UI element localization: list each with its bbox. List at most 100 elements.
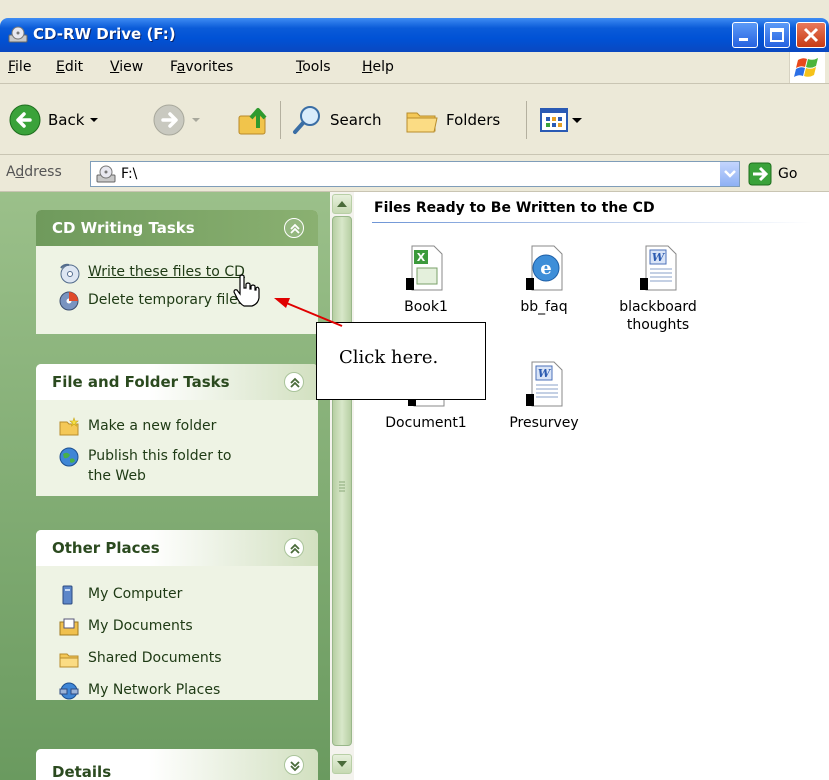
svg-text:X: X (417, 251, 426, 264)
word-file-icon: W (526, 361, 563, 407)
word-file-icon: W (640, 245, 677, 291)
menu-file-hotkey: F (8, 59, 16, 75)
menu-help[interactable]: Help (362, 59, 394, 75)
folders-label: Folders (446, 111, 501, 129)
go-button[interactable]: Go (748, 161, 797, 187)
menu-bar: File Edit View Favorites Tools Help (0, 52, 829, 84)
other-places-header[interactable]: Other Places (36, 530, 318, 566)
collapse-button[interactable] (284, 218, 304, 238)
maximize-button[interactable] (764, 22, 790, 48)
toolbar-separator (526, 101, 527, 139)
minimize-button[interactable] (732, 22, 758, 48)
chevron-up-icon (290, 377, 300, 388)
hand-cursor-icon (233, 274, 260, 307)
address-bar: Address F:\ Go (0, 156, 829, 192)
collapse-button[interactable] (284, 372, 304, 392)
search-button[interactable]: Search (290, 103, 382, 137)
make-new-folder-task[interactable]: Make a new folder (58, 416, 216, 438)
address-value: F:\ (121, 166, 138, 182)
annotation-text: Click here. (339, 347, 439, 368)
scroll-down-icon (337, 761, 347, 767)
menu-tools[interactable]: Tools (296, 59, 331, 75)
menu-view[interactable]: View (110, 59, 143, 75)
panel-title: File and Folder Tasks (52, 373, 230, 391)
panel-title: CD Writing Tasks (52, 219, 195, 237)
file-item-bb-faq[interactable]: e bb_faq (496, 242, 592, 316)
maximize-icon (770, 28, 784, 42)
task-pane: CD Writing Tasks Write these files to CD… (0, 192, 330, 780)
chevron-down-icon[interactable] (186, 110, 206, 130)
shared-documents-icon (59, 653, 79, 668)
chevron-down-icon[interactable] (84, 110, 104, 130)
cd-drive-icon (96, 165, 116, 183)
menu-view-hotkey: V (110, 59, 120, 75)
menu-file-label: ile (15, 59, 32, 75)
views-button[interactable] (538, 103, 584, 137)
address-label-rest: dress (24, 164, 62, 180)
file-item-blackboard-thoughts[interactable]: W blackboard thoughts (610, 242, 706, 334)
address-dropdown-button[interactable] (719, 162, 739, 186)
task-label: Publish this folder to the Web (88, 448, 232, 484)
menu-favorites-pre: F (170, 59, 177, 75)
chevron-down-icon (572, 118, 582, 123)
place-label: Shared Documents (88, 650, 222, 666)
folders-button[interactable]: Folders (404, 103, 500, 137)
write-files-to-cd-task[interactable]: Write these files to CD (58, 262, 245, 284)
menu-favorites[interactable]: Favorites (170, 59, 233, 75)
toolbar-separator (280, 101, 281, 139)
folders-icon (406, 112, 438, 133)
chevron-down-icon (290, 761, 300, 772)
menu-edit-hotkey: E (56, 59, 65, 75)
my-documents-link[interactable]: My Documents (58, 616, 193, 638)
panel-title: Details (52, 763, 112, 780)
shared-documents-link[interactable]: Shared Documents (58, 648, 222, 670)
task-label: Make a new folder (88, 418, 217, 434)
place-label: My Network Places (88, 682, 221, 698)
details-panel: Details (36, 749, 318, 780)
task-label: Write these files to CD (88, 264, 245, 280)
file-folder-tasks-header[interactable]: File and Folder Tasks (36, 364, 318, 400)
file-item-presurvey[interactable]: W Presurvey (496, 358, 592, 432)
chevron-up-icon (290, 543, 300, 554)
go-arrow-icon (748, 162, 772, 186)
scroll-up-button[interactable] (332, 194, 352, 214)
menu-edit[interactable]: Edit (56, 59, 83, 75)
other-places-panel: Other Places My Computer My Documents Sh… (36, 530, 318, 700)
my-network-places-link[interactable]: My Network Places (58, 680, 220, 702)
file-item-book1[interactable]: X Book1 (378, 242, 474, 316)
search-icon (293, 106, 320, 134)
up-folder-icon (238, 108, 267, 135)
back-label: Back (48, 111, 85, 129)
publish-folder-web-task[interactable]: Publish this folder to the Web (58, 446, 248, 486)
collapse-button[interactable] (284, 538, 304, 558)
address-input[interactable]: F:\ (90, 161, 740, 187)
back-arrow-icon (9, 104, 41, 136)
window-title: CD-RW Drive (F:) (33, 25, 176, 43)
details-header[interactable]: Details (36, 749, 318, 780)
my-computer-link[interactable]: My Computer (58, 584, 182, 606)
annotation-callout: Click here. (316, 322, 486, 400)
group-header: Files Ready to Be Written to the CD (374, 200, 655, 216)
search-label: Search (330, 111, 382, 129)
back-button[interactable]: Back (8, 103, 104, 137)
title-bar[interactable]: CD-RW Drive (F:) (0, 18, 829, 52)
forward-button[interactable] (152, 103, 206, 137)
menu-help-hotkey: H (362, 59, 373, 75)
network-places-icon (59, 682, 79, 700)
task-pane-scrollbar[interactable] (330, 192, 354, 780)
cd-writing-tasks-panel: CD Writing Tasks Write these files to CD… (36, 210, 318, 334)
svg-text:e: e (540, 258, 551, 279)
scroll-up-icon (337, 201, 347, 207)
delete-temporary-files-task[interactable]: Delete temporary files (58, 290, 245, 312)
expand-button[interactable] (284, 755, 304, 775)
excel-file-icon: X (406, 245, 443, 291)
file-name: blackboard thoughts (619, 299, 697, 333)
menu-file[interactable]: File (8, 59, 31, 75)
close-button[interactable] (796, 22, 826, 48)
scroll-thumb[interactable] (332, 216, 352, 746)
up-folder-button[interactable] (236, 103, 272, 137)
place-label: My Computer (88, 586, 183, 602)
scroll-down-button[interactable] (332, 754, 352, 774)
toolbar: Back Search Folders (0, 85, 829, 155)
cd-writing-tasks-header[interactable]: CD Writing Tasks (36, 210, 318, 246)
